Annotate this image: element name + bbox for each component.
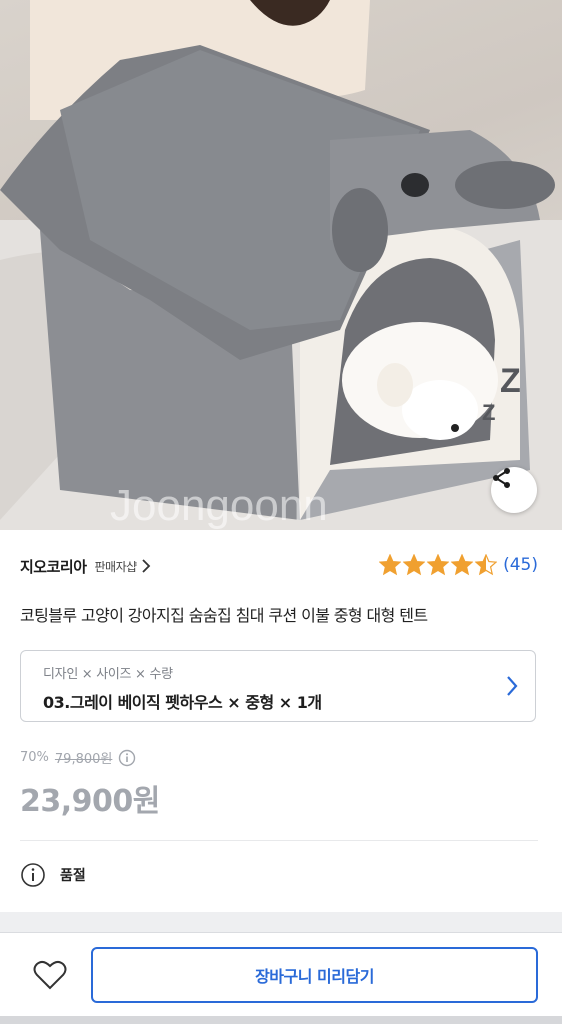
info-icon[interactable] [118, 749, 136, 767]
seller-row: 지오코리아 판매자샵 (45) [20, 554, 538, 578]
rating[interactable]: (45) [379, 554, 538, 576]
chevron-right-icon[interactable] [141, 559, 151, 573]
star-icon [451, 554, 474, 576]
seller-name: 지오코리아 [20, 557, 87, 576]
discount-row: 70% 79,800원 [20, 748, 136, 767]
stock-status: 품절 [20, 862, 86, 888]
original-price: 79,800원 [54, 752, 113, 767]
heart-icon [33, 960, 67, 990]
info-icon [21, 863, 45, 887]
soldout-label: 품절 [60, 868, 86, 884]
svg-text:Z: Z [482, 400, 495, 425]
seller-shop-link[interactable]: 판매자샵 [95, 558, 138, 575]
product-photo-illustration: Z Z Joongoonn [0, 0, 562, 530]
share-icon [493, 468, 510, 488]
star-icon [379, 554, 402, 576]
share-button[interactable] [491, 467, 537, 513]
product-title: 코팅블루 고양이 강아지집 숨숨집 침대 쿠션 이불 중형 대형 텐트 [20, 606, 428, 625]
rating-stars [379, 554, 499, 576]
option-label: 디자인 × 사이즈 × 수량 [43, 667, 173, 682]
system-nav-bar [0, 1016, 562, 1024]
star-icon [427, 554, 450, 576]
option-value: 03.그레이 베이직 펫하우스 × 중형 × 1개 [43, 693, 322, 712]
chevron-right-icon [507, 676, 518, 696]
wishlist-button[interactable] [30, 955, 70, 995]
svg-text:Z: Z [500, 362, 521, 400]
discount-rate: 70% [20, 750, 49, 765]
add-to-cart-button[interactable]: 장바구니 미리담기 [91, 947, 538, 1003]
watermark: Joongoonn [110, 481, 328, 530]
divider [20, 840, 538, 841]
option-selector[interactable]: 디자인 × 사이즈 × 수량 03.그레이 베이직 펫하우스 × 중형 × 1개 [20, 650, 536, 722]
sale-price: 23,900원 [20, 784, 160, 819]
star-icon [475, 554, 498, 576]
product-info-panel: 지오코리아 판매자샵 (45) 코팅블루 고양이 강아지집 숨숨집 침대 쿠션 … [0, 530, 562, 912]
bottom-action-bar: 장바구니 미리담기 [0, 932, 562, 1024]
product-image[interactable]: Z Z Joongoonn [0, 0, 562, 530]
review-count[interactable]: (45) [503, 555, 538, 575]
star-icon [403, 554, 426, 576]
